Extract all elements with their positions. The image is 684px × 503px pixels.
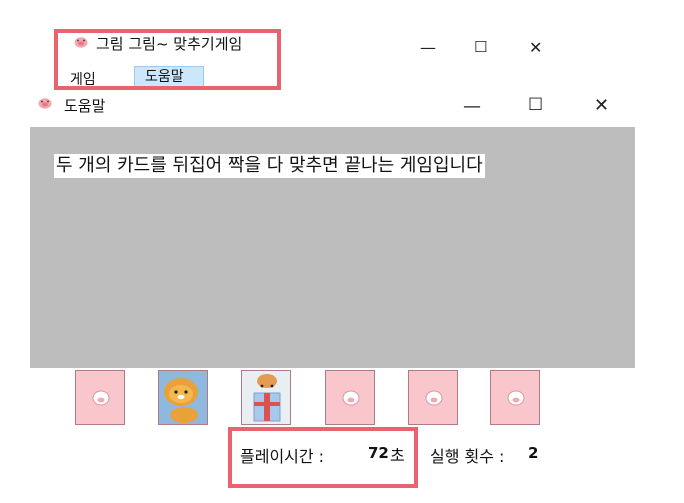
help-message: 두 개의 카드를 뒤집어 짝을 다 맞추면 끝나는 게임입니다: [54, 154, 485, 178]
card-4[interactable]: [325, 370, 375, 425]
main-minimize-button[interactable]: —: [420, 40, 436, 56]
pig-face-icon: [507, 390, 525, 406]
help-minimize-button[interactable]: —: [463, 98, 481, 116]
card-5[interactable]: [408, 370, 458, 425]
card-1[interactable]: [75, 370, 125, 425]
main-maximize-button[interactable]: ☐: [474, 40, 487, 55]
gift-box-character-icon: [253, 374, 281, 422]
pig-face-icon: [92, 390, 110, 406]
highlight-frame-playtime: [228, 427, 418, 488]
pig-face-icon: [342, 390, 360, 406]
help-close-button[interactable]: ✕: [594, 97, 609, 115]
tries-label: 실행 횟수 :: [430, 447, 505, 466]
help-dialog-title: 도움말: [64, 97, 106, 115]
lion-character-icon: [164, 378, 198, 423]
help-maximize-button[interactable]: ☐: [528, 97, 543, 114]
card-6[interactable]: [490, 370, 540, 425]
card-3[interactable]: [241, 370, 291, 425]
pig-face-icon: [425, 390, 443, 406]
pig-face-icon: [38, 98, 52, 109]
main-close-button[interactable]: ✕: [529, 40, 542, 56]
tries-value: 2: [528, 444, 539, 462]
card-2[interactable]: [158, 370, 208, 425]
highlight-frame-title-menu: [54, 29, 281, 90]
